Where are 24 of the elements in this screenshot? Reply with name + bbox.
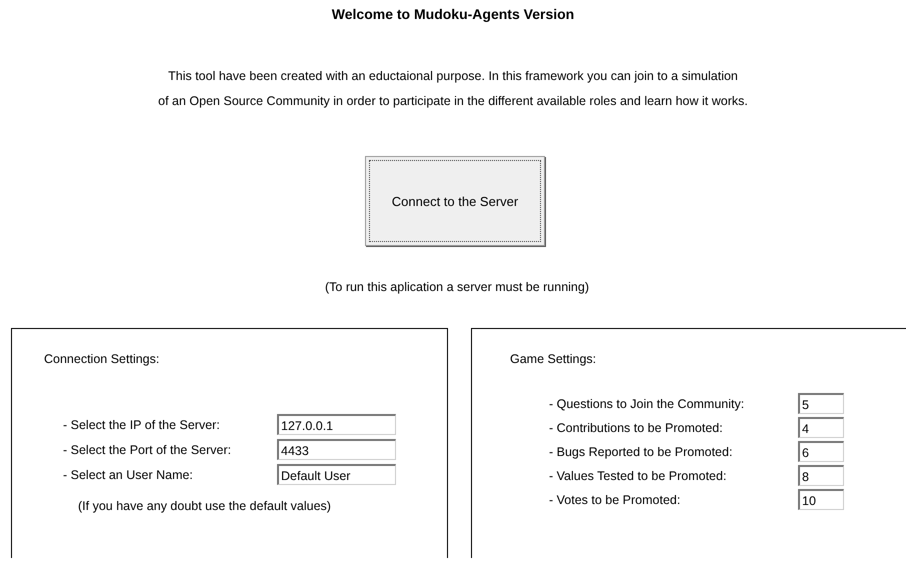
- field-label: - Select the Port of the Server:: [63, 442, 232, 456]
- input-field[interactable]: 127.0.0.1: [277, 414, 396, 435]
- field-label: - Values Tested to be Promoted:: [549, 468, 728, 482]
- field-label: - Questions to Join the Community:: [549, 396, 746, 410]
- connect-button[interactable]: Connect to the Server: [365, 156, 545, 246]
- input-field[interactable]: 5: [798, 393, 844, 414]
- field-label: - Votes to be Promoted:: [549, 492, 682, 506]
- intro-text: of an Open Source Community in order to participate in the different available roles and learn how it works.: [158, 93, 748, 110]
- intro-text: This tool have been created with an eductaional purpose. In this framework you can join to a simulation: [168, 68, 738, 85]
- input-field[interactable]: Default User: [277, 464, 396, 485]
- input-field[interactable]: 10: [798, 489, 844, 510]
- field-label: - Select an User Name:: [63, 468, 194, 482]
- input-field[interactable]: 4433: [277, 439, 396, 460]
- input-field[interactable]: 6: [798, 441, 844, 462]
- panel-heading: Game Settings:: [509, 351, 598, 367]
- welcome-title: Welcome to Mudoku-Agents Version: [330, 5, 576, 24]
- field-label: - Contributions to be Promoted:: [549, 420, 724, 434]
- panel-heading: Connection Settings:: [43, 351, 160, 367]
- field-label: - Bugs Reported to be Promoted:: [549, 444, 734, 458]
- hint-text: (If you have any doubt use the default values): [77, 499, 332, 513]
- input-field[interactable]: 8: [798, 465, 844, 486]
- input-field[interactable]: 4: [798, 417, 844, 438]
- field-label: - Select the IP of the Server:: [63, 418, 221, 432]
- server-note: (To run this aplication a server must be running): [324, 279, 590, 296]
